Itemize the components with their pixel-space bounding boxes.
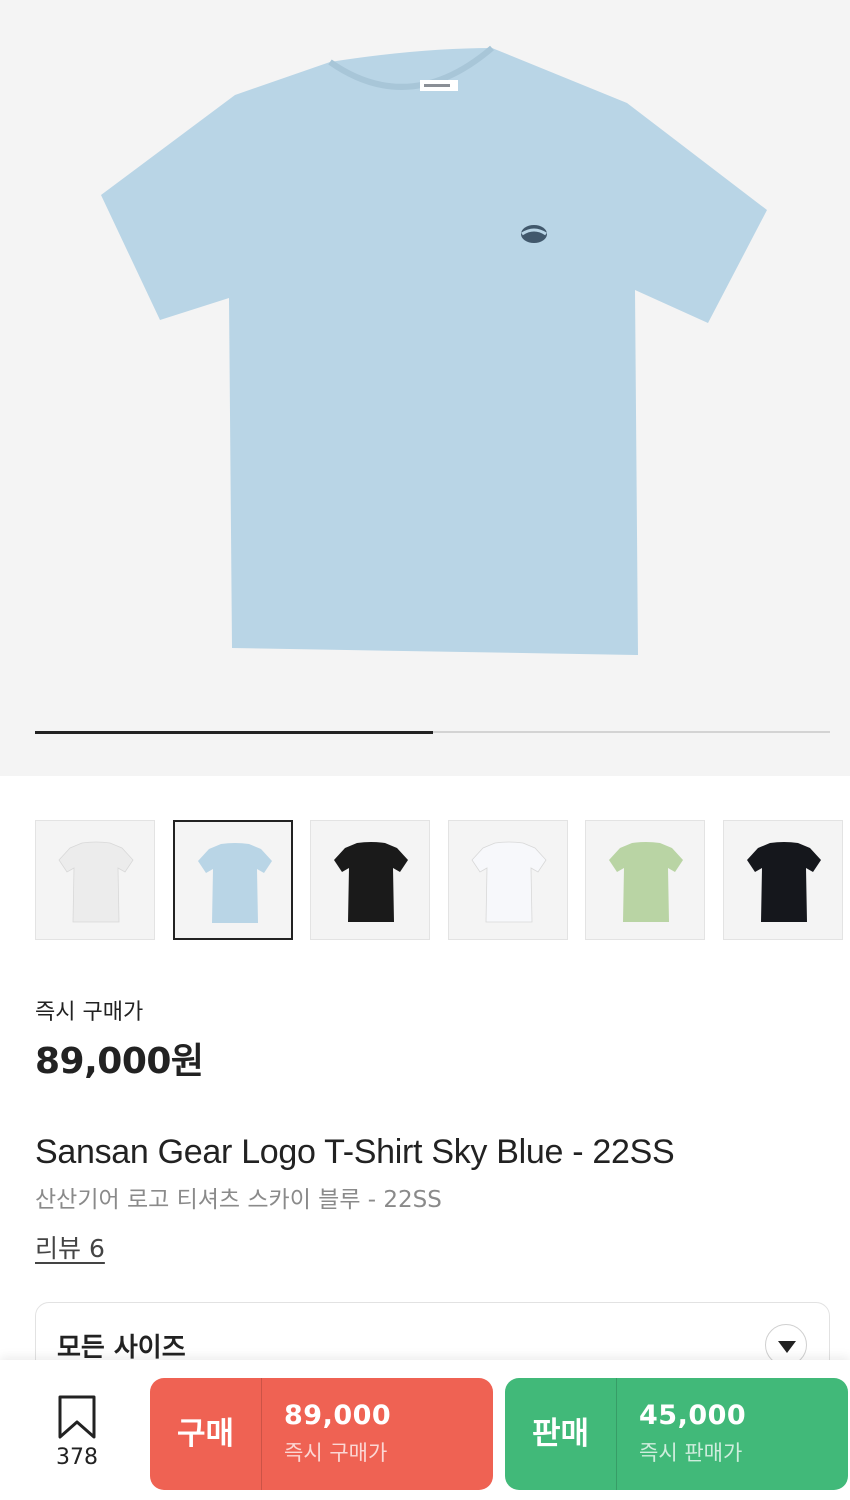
thumbnail-strip[interactable] <box>35 820 850 940</box>
product-title-ko: 산산기어 로고 티셔츠 스카이 블루 - 22SS <box>35 1187 442 1213</box>
thumbnail-tshirt-image <box>470 841 547 923</box>
sell-button[interactable]: 판매 45,000 즉시 판매가 <box>505 1378 848 1490</box>
buy-button[interactable]: 구매 89,000 즉시 구매가 <box>150 1378 493 1490</box>
bookmark-icon <box>58 1395 96 1439</box>
thumbnail-tshirt-image <box>58 841 134 923</box>
gallery-progress-fill <box>35 730 433 734</box>
buy-price: 89,000 <box>284 1400 392 1431</box>
thumbnail-tshirt-image <box>334 842 408 922</box>
thumbnail-tshirt-image <box>746 842 821 922</box>
price-label: 즉시 구매가 <box>35 1000 144 1025</box>
price-value: 89,000원 <box>35 1041 204 1082</box>
bookmark-button[interactable]: 378 <box>42 1392 112 1472</box>
buy-button-label: 구매 <box>176 1416 235 1452</box>
product-image-tshirt <box>101 45 767 655</box>
thumbnail-tshirt-image <box>609 842 683 922</box>
brand-logo-emblem <box>521 225 547 243</box>
thumbnail-white-logo[interactable] <box>35 820 155 940</box>
buy-button-divider <box>261 1378 262 1490</box>
sell-price-caption: 즉시 판매가 <box>639 1441 743 1465</box>
thumbnail-sky-blue[interactable] <box>172 820 293 940</box>
sell-button-divider <box>616 1378 617 1490</box>
thumbnail-white[interactable] <box>447 820 568 940</box>
thumbnail-mint[interactable] <box>585 820 705 940</box>
bottom-action-bar: 378 구매 89,000 즉시 구매가 판매 45,000 즉시 판매가 <box>0 1360 850 1500</box>
thumbnail-tshirt-image <box>197 843 272 923</box>
thumbnail-navy-black[interactable] <box>722 820 843 940</box>
review-link[interactable]: 리뷰 6 <box>35 1229 105 1265</box>
size-select-label: 모든 사이즈 <box>57 1333 186 1363</box>
product-title-en: Sansan Gear Logo T-Shirt Sky Blue - 22SS <box>35 1133 675 1171</box>
bookmark-count: 378 <box>56 1445 98 1470</box>
thumbnail-black[interactable] <box>310 820 430 940</box>
gallery-progress-bar <box>35 730 830 734</box>
buy-price-caption: 즉시 구매가 <box>284 1441 388 1465</box>
product-image-gallery[interactable] <box>0 0 850 776</box>
sell-button-label: 판매 <box>531 1416 590 1452</box>
sell-price: 45,000 <box>639 1400 747 1431</box>
